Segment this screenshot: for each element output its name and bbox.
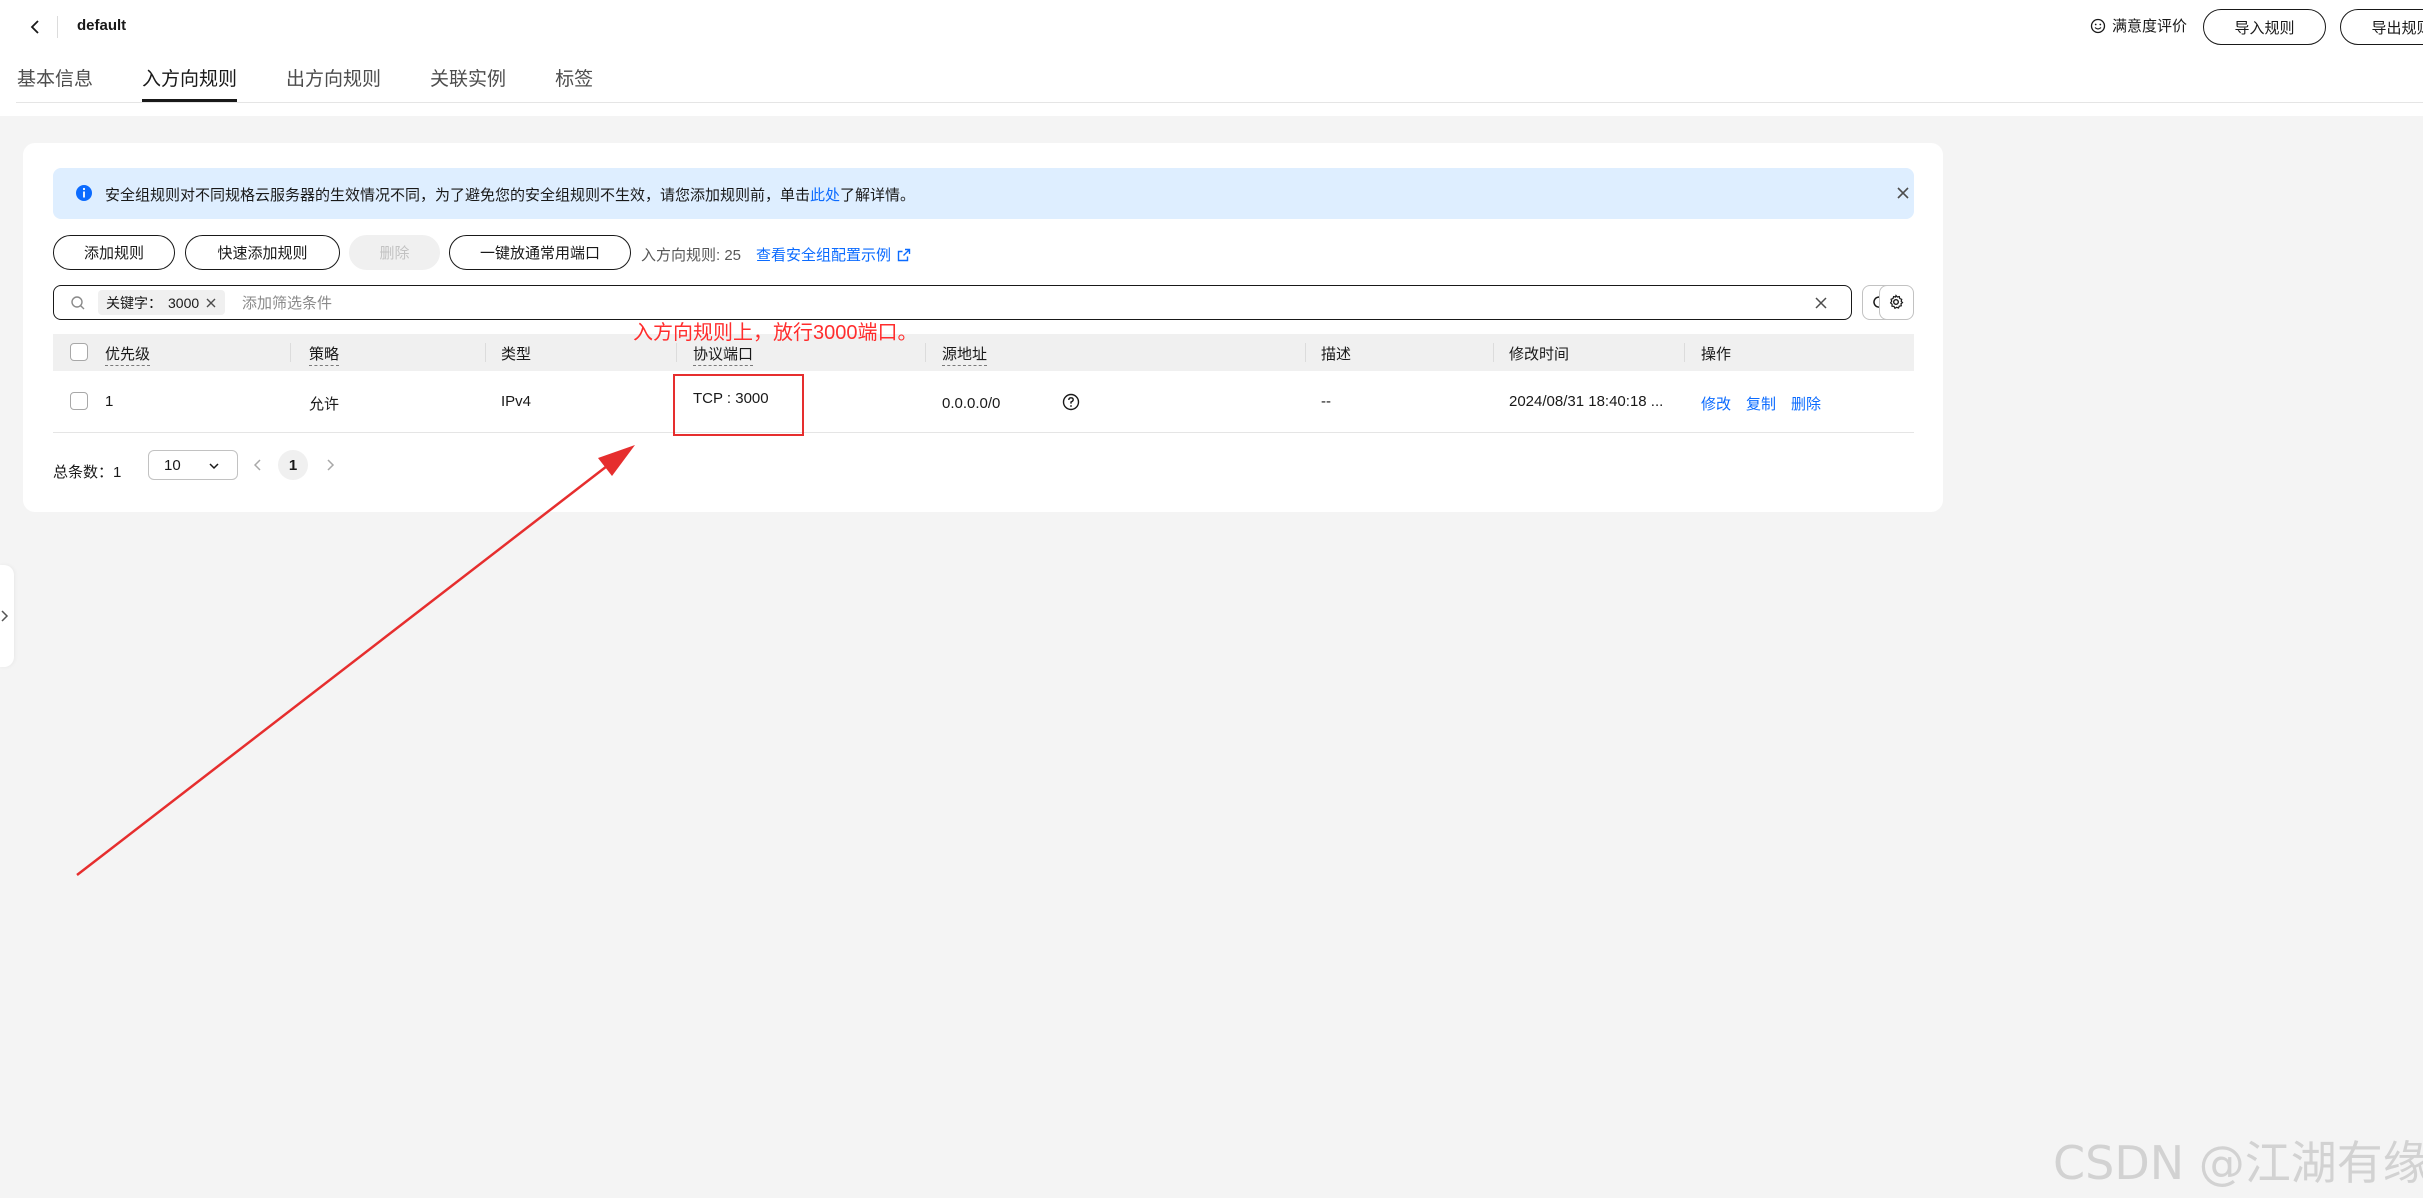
info-alert: 安全组规则对不同规格云服务器的生效情况不同，为了避免您的安全组规则不生效，请您添… xyxy=(53,168,1914,219)
help-icon[interactable] xyxy=(1062,393,1080,411)
open-common-ports-button[interactable]: 一键放通常用端口 xyxy=(449,235,631,270)
add-rule-button[interactable]: 添加规则 xyxy=(53,235,175,270)
column-divider xyxy=(485,343,486,362)
filter-tag-key: 关键字： xyxy=(106,294,162,311)
back-arrow-icon[interactable] xyxy=(26,16,46,38)
tab-inbound-rules[interactable]: 入方向规则 xyxy=(142,60,238,104)
cell-modified-time: 2024/08/31 18:40:18 ... xyxy=(1509,393,1664,410)
filter-input[interactable] xyxy=(242,292,1742,314)
annotation-text: 入方向规则上，放行3000端口。 xyxy=(633,322,918,344)
page-number[interactable]: 1 xyxy=(278,450,308,480)
tab-basic-info[interactable]: 基本信息 xyxy=(17,60,93,104)
info-icon xyxy=(76,185,92,201)
tab-divider xyxy=(16,102,2423,103)
chevron-right-icon xyxy=(1,610,9,622)
filter-tag: 关键字： 3000 xyxy=(98,290,226,315)
column-divider xyxy=(925,343,926,362)
rate-label: 满意度评价 xyxy=(2112,18,2188,35)
top-header: default 满意度评价 导入规则 导出规则 基本信息 入方向规则 出方向规则… xyxy=(0,0,2423,116)
cell-description: -- xyxy=(1321,393,1331,410)
copy-link[interactable]: 复制 xyxy=(1746,393,1776,414)
alert-text-after: 了解详情。 xyxy=(840,187,916,204)
external-link-icon xyxy=(897,248,911,261)
filter-tag-value: 3000 xyxy=(168,294,200,311)
col-modified-time: 修改时间 xyxy=(1509,346,1570,363)
alert-message: 安全组规则对不同规格云服务器的生效情况不同，为了避免您的安全组规则不生效，请您添… xyxy=(105,184,915,205)
quick-add-rule-button[interactable]: 快速添加规则 xyxy=(185,235,340,270)
delete-button[interactable]: 删除 xyxy=(349,235,440,270)
modify-link[interactable]: 修改 xyxy=(1701,393,1731,414)
inbound-rules-card: 安全组规则对不同规格云服务器的生效情况不同，为了避免您的安全组规则不生效，请您添… xyxy=(23,143,1943,512)
satisfaction-rating-link[interactable]: 满意度评价 xyxy=(2090,15,2187,36)
cell-type: IPv4 xyxy=(501,393,532,410)
next-page-icon[interactable] xyxy=(323,458,337,472)
column-divider xyxy=(290,343,291,362)
gear-icon xyxy=(1889,294,1904,310)
watermark: CSDN @江湖有缘 xyxy=(2053,1136,2423,1190)
settings-button[interactable] xyxy=(1879,285,1914,320)
smile-icon xyxy=(2090,18,2106,33)
pager-total: 总条数：1 xyxy=(53,464,122,481)
table-header: 优先级 策略 类型 协议端口 源地址 描述 修改时间 操作 xyxy=(53,334,1914,371)
select-all-checkbox[interactable] xyxy=(70,343,88,361)
close-icon[interactable] xyxy=(1895,185,1911,201)
cell-policy: 允许 xyxy=(309,396,340,413)
row-checkbox[interactable] xyxy=(70,392,88,410)
column-divider xyxy=(1684,343,1685,362)
sidebar-expand-handle[interactable] xyxy=(0,565,14,667)
table-row: 1 允许 IPv4 TCP : 3000 0.0.0.0/0 -- 2024/0… xyxy=(53,371,1914,433)
column-divider xyxy=(1493,343,1494,362)
import-rules-button[interactable]: 导入规则 xyxy=(2203,9,2326,45)
cell-source: 0.0.0.0/0 xyxy=(942,395,1001,412)
col-actions: 操作 xyxy=(1701,346,1732,363)
col-source[interactable]: 源地址 xyxy=(942,343,988,366)
tab-associated-instances[interactable]: 关联实例 xyxy=(430,60,506,104)
column-divider xyxy=(1305,343,1306,362)
annotation-highlight-box xyxy=(673,374,804,436)
col-priority[interactable]: 优先级 xyxy=(105,343,151,366)
page-size-value: 10 xyxy=(164,457,181,474)
tab-outbound-rules[interactable]: 出方向规则 xyxy=(286,60,381,104)
col-type: 类型 xyxy=(501,346,532,363)
alert-text-before: 安全组规则对不同规格云服务器的生效情况不同，为了避免您的安全组规则不生效，请您添… xyxy=(105,187,811,204)
chevron-down-icon xyxy=(209,463,219,470)
prev-page-icon[interactable] xyxy=(251,458,265,472)
col-policy[interactable]: 策略 xyxy=(309,343,340,366)
tab-tags[interactable]: 标签 xyxy=(555,60,593,104)
alert-details-link[interactable]: 此处 xyxy=(810,187,840,204)
tab-bar: 基本信息 入方向规则 出方向规则 关联实例 标签 xyxy=(0,60,625,104)
tag-close-icon[interactable] xyxy=(205,297,217,309)
export-rules-button[interactable]: 导出规则 xyxy=(2340,9,2423,45)
delete-link[interactable]: 删除 xyxy=(1791,393,1821,414)
title-divider xyxy=(57,16,58,38)
search-icon xyxy=(71,296,85,310)
inbound-rule-count: 入方向规则: 25 xyxy=(641,247,742,264)
clear-icon[interactable] xyxy=(1813,295,1829,311)
config-example-link[interactable]: 查看安全组配置示例 xyxy=(756,244,911,265)
page-size-select[interactable]: 10 xyxy=(148,450,238,480)
col-protocol-port[interactable]: 协议端口 xyxy=(693,343,754,366)
col-description: 描述 xyxy=(1321,346,1352,363)
page-title: default xyxy=(77,17,127,34)
column-divider xyxy=(676,343,677,362)
filter-search-bar[interactable]: 关键字： 3000 xyxy=(53,285,1852,320)
cell-priority: 1 xyxy=(105,393,114,410)
config-example-label: 查看安全组配置示例 xyxy=(756,247,892,264)
